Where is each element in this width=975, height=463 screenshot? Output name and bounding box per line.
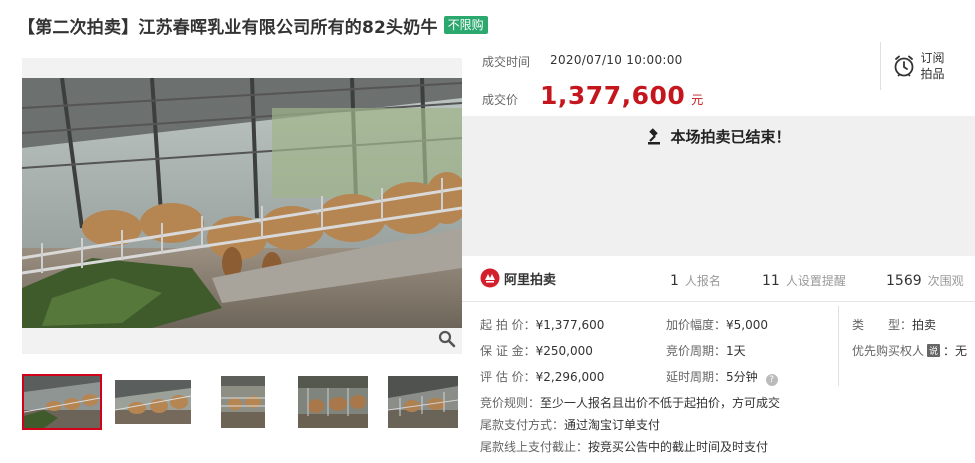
deal-price-unit: 元	[691, 93, 704, 107]
start-price-value: ¥1,377,600	[535, 318, 605, 332]
priority-row: 优先购买权人说：无	[852, 342, 967, 359]
cycle-row: 竞价周期：1天	[666, 342, 746, 359]
increment-label: 加价幅度：	[666, 318, 727, 332]
deal-price-row: 成交价 1,377,600 元	[482, 81, 703, 110]
payment-deadline-label: 尾款线上支付截止：	[480, 440, 589, 454]
stat-reminders-label: 人设置提醒	[785, 274, 846, 288]
brand-name: 阿里拍卖	[504, 272, 557, 288]
deposit-label: 保 证 金：	[480, 344, 536, 358]
details-divider	[838, 306, 839, 386]
appraisal-row: 评 估 价：¥2,296,000	[480, 368, 604, 385]
increment-row: 加价幅度：¥5,000	[666, 316, 768, 333]
deal-price-value: 1,377,600	[540, 81, 686, 110]
auction-ended-text: 本场拍卖已结束！	[670, 128, 791, 146]
auction-ended-message: 本场拍卖已结束！	[462, 126, 975, 147]
title-bar: 【第二次拍卖】江苏春晖乳业有限公司所有的82头奶牛 不限购	[18, 12, 488, 38]
unlimited-purchase-badge: 不限购	[443, 16, 488, 34]
delay-row: 延时周期：5分钟?	[666, 368, 778, 386]
subscribe-button[interactable]: 订阅 拍品	[880, 42, 960, 90]
brand: 阿里拍卖	[480, 268, 556, 288]
stat-reminders-count: 11	[762, 273, 780, 289]
magnifier-icon	[438, 330, 456, 348]
main-image-panel	[22, 58, 462, 354]
gavel-icon	[648, 127, 661, 144]
ali-auction-logo	[480, 268, 500, 288]
appraisal-label: 评 估 价：	[480, 370, 536, 384]
stat-registered: 1 人报名	[670, 272, 721, 289]
thumbnail-2[interactable]	[114, 374, 192, 430]
stat-views-count: 1569	[886, 273, 922, 289]
delay-value: 5分钟	[726, 370, 758, 384]
start-price-label: 起 拍 价：	[480, 318, 536, 332]
deposit-row: 保 证 金：¥250,000	[480, 342, 593, 359]
page-title: 【第二次拍卖】江苏春晖乳业有限公司所有的82头奶牛	[18, 17, 438, 38]
subscribe-label-line1: 订阅	[920, 51, 945, 65]
deal-time-label: 成交时间	[482, 55, 531, 69]
delay-label: 延时周期：	[666, 370, 727, 384]
payment-method-value: 通过淘宝订单支付	[564, 418, 661, 432]
auction-ended-panel: 本场拍卖已结束！	[462, 116, 975, 256]
bid-rule-label: 竞价规则：	[480, 396, 541, 410]
type-label: 类 型：	[852, 318, 913, 332]
main-product-image[interactable]	[22, 78, 462, 328]
stat-registered-label: 人报名	[684, 274, 721, 288]
payment-method-label: 尾款支付方式：	[480, 418, 565, 432]
deal-price-label: 成交价	[482, 93, 519, 107]
thumbnail-5[interactable]	[384, 374, 462, 430]
zoom-button[interactable]	[436, 328, 458, 350]
start-price-row: 起 拍 价：¥1,377,600	[480, 316, 604, 333]
explain-tag-icon[interactable]: 说	[927, 344, 941, 357]
type-value: 拍卖	[912, 318, 937, 332]
priority-value: ：无	[943, 344, 968, 358]
help-icon[interactable]: ?	[765, 374, 778, 386]
cycle-value: 1天	[726, 344, 746, 358]
increment-value: ¥5,000	[726, 318, 769, 332]
stat-views-label: 次围观	[927, 274, 964, 288]
deposit-value: ¥250,000	[535, 344, 593, 358]
bid-rule-value: 至少一人报名且出价不低于起拍价，方可成交	[540, 396, 781, 410]
thumbnail-4[interactable]	[294, 374, 372, 430]
thumbnail-3[interactable]	[204, 374, 282, 430]
type-row: 类 型：拍卖	[852, 316, 936, 333]
stat-registered-count: 1	[670, 273, 679, 289]
stats-bar: 阿里拍卖 1 人报名 11 人设置提醒 1569 次围观	[462, 256, 975, 300]
priority-label: 优先购买权人	[852, 344, 925, 358]
subscribe-label-line2: 拍品	[920, 67, 945, 81]
thumbnail-strip	[22, 374, 462, 430]
auction-details: 起 拍 价：¥1,377,600 保 证 金：¥250,000 评 估 价：¥2…	[462, 301, 975, 454]
appraisal-value: ¥2,296,000	[535, 370, 605, 384]
deal-time-row: 成交时间 2020/07/10 10:00:00	[482, 53, 683, 70]
thumbnail-1[interactable]	[22, 374, 102, 430]
stat-reminders: 11 人设置提醒	[762, 272, 846, 289]
alarm-clock-icon	[894, 55, 913, 77]
payment-deadline-row: 尾款线上支付截止：按竞买公告中的截止时间及时支付	[480, 438, 768, 455]
payment-deadline-value: 按竞买公告中的截止时间及时支付	[588, 440, 769, 454]
bid-rule-row: 竞价规则：至少一人报名且出价不低于起拍价，方可成交	[480, 394, 780, 411]
cycle-label: 竞价周期：	[666, 344, 727, 358]
stat-views: 1569 次围观	[886, 272, 964, 289]
payment-method-row: 尾款支付方式：通过淘宝订单支付	[480, 416, 660, 433]
deal-time-value: 2020/07/10 10:00:00	[550, 53, 683, 67]
